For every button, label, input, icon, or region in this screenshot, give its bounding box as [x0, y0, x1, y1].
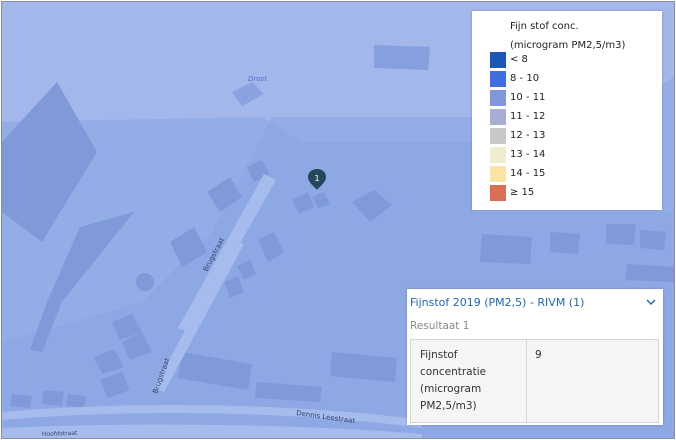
legend-item: 14 - 15 — [490, 166, 650, 183]
legend-label: 10 - 11 — [510, 92, 546, 103]
legend-swatch — [490, 128, 506, 144]
legend-label: 12 - 13 — [510, 130, 546, 141]
attribute-label-line: Fijnstof — [420, 349, 458, 361]
legend-item: 11 - 12 — [490, 109, 650, 126]
water-label: Drost — [248, 75, 267, 83]
popup-result-label: Resultaat 1 — [410, 320, 470, 332]
building — [640, 230, 666, 250]
legend-swatch — [490, 90, 506, 106]
legend-swatch — [490, 185, 506, 201]
legend-label: 13 - 14 — [510, 149, 546, 160]
legend-item: 13 - 14 — [490, 147, 650, 164]
legend-swatch — [490, 147, 506, 163]
attribute-value: 9 — [535, 349, 542, 361]
chevron-down-icon[interactable] — [645, 296, 657, 308]
building — [626, 264, 674, 282]
attribute-label-line: concentratie — [420, 366, 487, 378]
marker-label: 1 — [314, 174, 319, 183]
attribute-label: Fijnstof concentratie (microgram PM2,5/m… — [411, 340, 527, 422]
legend-title-line: Fijn stof conc. — [510, 21, 579, 32]
legend-swatch — [490, 109, 506, 125]
building — [10, 394, 32, 408]
popup-attribute-table: Fijnstof concentratie (microgram PM2,5/m… — [410, 339, 659, 423]
building — [136, 273, 154, 291]
building — [66, 394, 86, 408]
legend-label: 8 - 10 — [510, 73, 540, 84]
building — [606, 224, 636, 245]
building — [42, 390, 64, 406]
legend-swatch — [490, 52, 506, 68]
popup-title[interactable]: Fijnstof 2019 (PM2,5) - RIVM (1) — [410, 296, 584, 310]
legend-swatch — [490, 71, 506, 87]
building — [550, 232, 580, 254]
legend-label: < 8 — [510, 54, 528, 65]
legend-item: 10 - 11 — [490, 90, 650, 107]
legend-item: 12 - 13 — [490, 128, 650, 145]
map-frame: Drost Brugstraat Brugstraat Dennis Leest… — [1, 1, 675, 439]
legend-panel: Fijn stof conc. (microgram PM2,5/m3) < 8… — [472, 11, 662, 210]
attribute-label-line: PM2,5/m3) — [420, 400, 477, 412]
legend-item: 8 - 10 — [490, 71, 650, 88]
legend-item: ≥ 15 — [490, 185, 650, 202]
legend-swatch — [490, 166, 506, 182]
attribute-label-line: (microgram — [420, 383, 482, 395]
legend-title: Fijn stof conc. (microgram PM2,5/m3) — [510, 17, 625, 55]
building — [480, 234, 532, 264]
street-label: Hoofdstraat — [42, 430, 78, 438]
feature-info-popup: Fijnstof 2019 (PM2,5) - RIVM (1) Resulta… — [407, 289, 663, 425]
legend-label: ≥ 15 — [510, 187, 535, 198]
legend-item: < 8 — [490, 52, 650, 69]
legend-label: 14 - 15 — [510, 168, 546, 179]
legend-label: 11 - 12 — [510, 111, 546, 122]
building — [374, 45, 430, 70]
